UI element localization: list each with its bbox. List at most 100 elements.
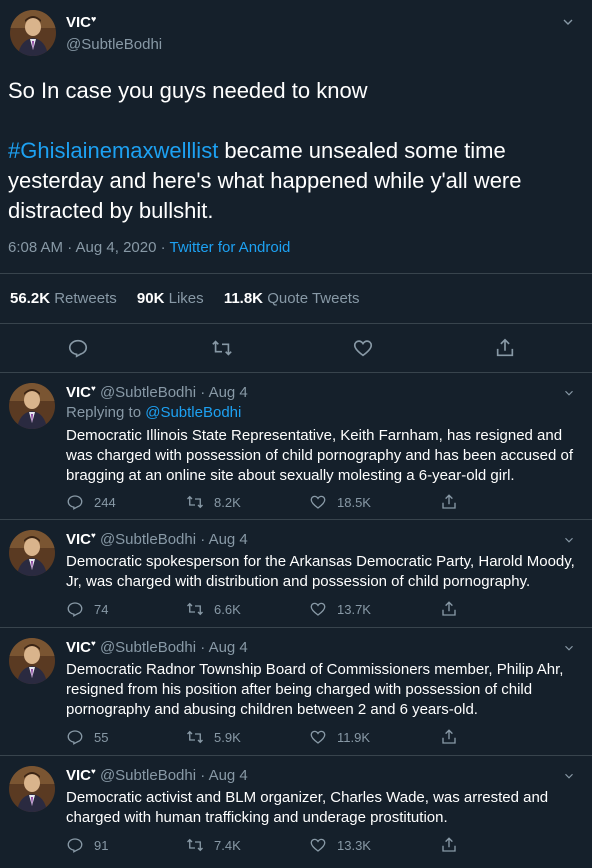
retweets-label: Retweets [54,290,117,307]
like-count: 11.9K [337,729,371,745]
display-name-text: VIC [66,14,92,31]
avatar-image [9,766,55,812]
retweet-count: 8.2K [214,494,241,510]
divider [0,323,592,324]
like-icon[interactable] [352,337,374,359]
display-name[interactable]: VIC♥ [66,14,96,31]
name-emoji-icon: ♥ [91,639,96,648]
display-name[interactable]: VIC [66,639,91,656]
reply-count: 55 [94,729,109,745]
reply-tweet[interactable]: VIC♥ @SubtleBodhi · Aug 4 Democratic spo… [0,520,592,626]
divider [0,273,592,274]
reply-tweet[interactable]: VIC♥ @SubtleBodhi · Aug 4 Replying to @S… [0,373,592,519]
share-button[interactable] [440,493,458,511]
chevron-down-icon[interactable] [560,14,576,30]
reply-icon[interactable] [67,337,89,359]
handle-date[interactable]: @SubtleBodhi · Aug 4 [100,384,248,401]
retweet-count: 6.6K [214,601,241,617]
reply-count: 74 [94,601,109,617]
tweet-stats: 56.2K Retweets 90K Likes 11.8K Quote Twe… [10,290,359,307]
avatar[interactable] [10,10,56,56]
retweets-count: 56.2K [10,290,51,307]
share-button[interactable] [440,836,458,854]
quote-tweets-count: 11.8K [223,290,264,307]
retweet-icon [187,730,203,744]
retweet-icon [187,495,203,509]
like-button[interactable]: 13.3K [309,836,371,854]
avatar[interactable] [9,383,55,429]
tweet-timestamp[interactable]: 6:08 AM · Aug 4, 2020 · [8,239,170,256]
likes-count: 90K [136,290,165,307]
retweet-button[interactable]: 5.9K [186,728,241,746]
like-button[interactable]: 18.5K [309,493,371,511]
share-button[interactable] [440,728,458,746]
like-icon [310,495,326,509]
share-button[interactable] [440,600,458,618]
avatar[interactable] [9,638,55,684]
tweet-source-link[interactable]: Twitter for Android [170,239,291,256]
name-emoji-icon: ♥ [91,531,96,540]
retweet-icon [187,838,203,852]
reply-header: VIC♥ @SubtleBodhi · Aug 4 [66,531,248,548]
share-icon [442,837,456,852]
retweet-count: 5.9K [214,729,241,745]
reply-button[interactable]: 244 [66,493,116,511]
share-icon[interactable] [494,337,516,359]
display-name[interactable]: VIC [66,384,91,401]
avatar[interactable] [9,766,55,812]
tweet-text: So In case you guys needed to know #Ghis… [8,76,568,226]
avatar-image [9,383,55,429]
reply-action-bar: 55 5.9K 11.9K [66,728,496,748]
retweet-button[interactable]: 7.4K [186,836,241,854]
reply-text: Democratic Radnor Township Board of Comm… [66,661,564,718]
retweet-icon[interactable] [211,337,233,359]
handle-date[interactable]: @SubtleBodhi · Aug 4 [100,767,248,784]
quote-tweets-stat[interactable]: 11.8K Quote Tweets [224,290,360,307]
display-name[interactable]: VIC [66,767,91,784]
user-handle[interactable]: @SubtleBodhi [66,36,162,53]
name-emoji-icon: ♥ [91,384,96,393]
reply-button[interactable]: 55 [66,728,108,746]
tweet-meta: 6:08 AM · Aug 4, 2020 · Twitter for Andr… [8,239,290,256]
like-count: 13.3K [337,837,371,853]
chevron-down-icon[interactable] [562,533,576,547]
chevron-down-icon[interactable] [562,641,576,655]
avatar-image [9,638,55,684]
reply-text: Democratic spokesperson for the Arkansas… [66,553,575,590]
display-name[interactable]: VIC [66,531,91,548]
avatar[interactable] [9,530,55,576]
retweet-button[interactable]: 6.6K [186,600,241,618]
chevron-down-icon[interactable] [562,386,576,400]
reply-icon [67,730,83,745]
reply-icon [67,602,83,617]
retweet-button[interactable]: 8.2K [186,493,241,511]
reply-button[interactable]: 74 [66,600,108,618]
replying-to-prefix: Replying to [66,404,146,421]
share-icon [442,494,456,509]
reply-header: VIC♥ @SubtleBodhi · Aug 4 [66,639,248,656]
name-emoji-icon: ♥ [91,14,97,24]
replying-to: Replying to @SubtleBodhi [66,404,241,421]
reply-icon [67,495,83,510]
like-count: 18.5K [337,494,371,510]
likes-label: Likes [168,290,204,307]
chevron-down-icon[interactable] [562,769,576,783]
avatar-image [10,10,56,56]
like-button[interactable]: 11.9K [309,728,370,746]
replying-to-handle[interactable]: @SubtleBodhi [145,404,241,421]
reply-button[interactable]: 91 [66,836,108,854]
reply-text: Democratic activist and BLM organizer, C… [66,789,549,826]
reply-count: 244 [94,494,116,510]
reply-count: 91 [94,837,109,853]
retweet-count: 7.4K [214,837,241,853]
handle-date[interactable]: @SubtleBodhi · Aug 4 [100,639,248,656]
reply-tweet[interactable]: VIC♥ @SubtleBodhi · Aug 4 Democratic act… [0,756,592,868]
handle-date[interactable]: @SubtleBodhi · Aug 4 [100,531,248,548]
hashtag-link[interactable]: #Ghislainemaxwelllist [8,138,218,163]
retweet-icon [187,602,203,616]
likes-stat[interactable]: 90K Likes [137,290,204,307]
like-icon [310,602,326,616]
like-button[interactable]: 13.7K [309,600,371,618]
reply-tweet[interactable]: VIC♥ @SubtleBodhi · Aug 4 Democratic Rad… [0,628,592,754]
retweets-stat[interactable]: 56.2K Retweets [10,290,117,307]
